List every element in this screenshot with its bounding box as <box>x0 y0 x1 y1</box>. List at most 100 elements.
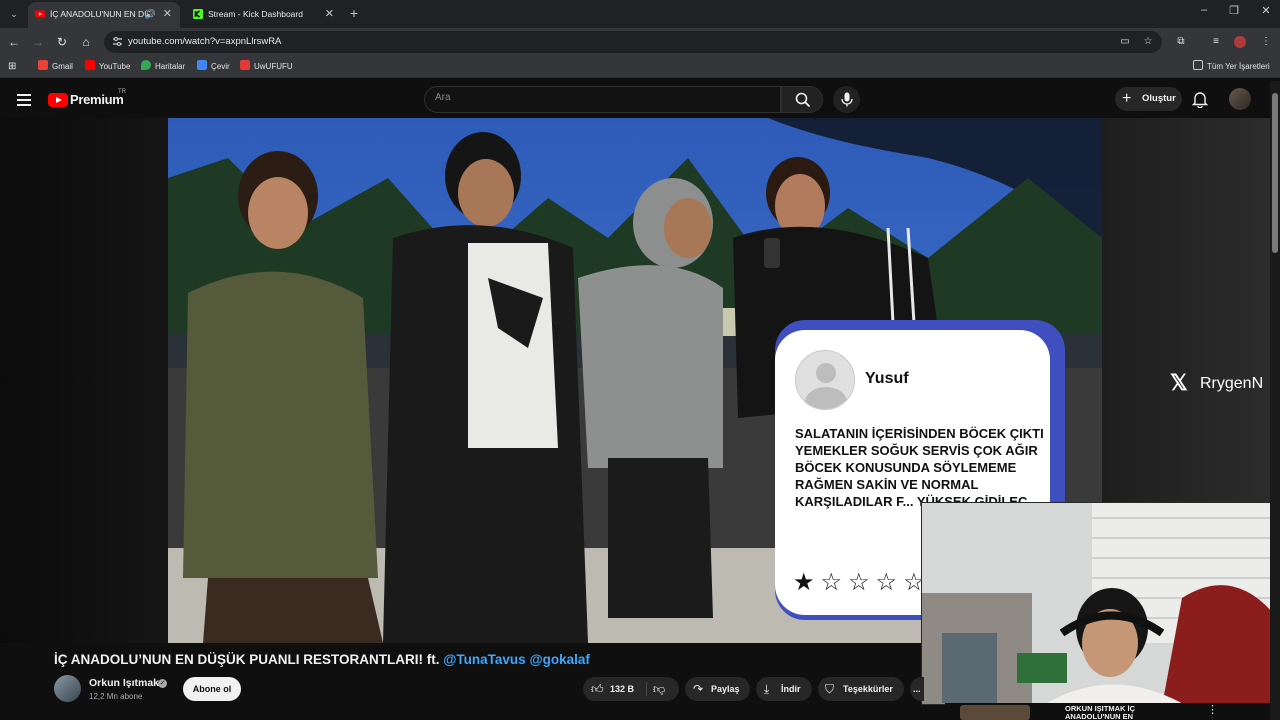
maps-icon <box>141 60 151 70</box>
forward-icon[interactable]: → <box>30 34 46 50</box>
youtube-logo-icon[interactable] <box>48 93 68 107</box>
microphone-icon <box>841 92 853 107</box>
plus-icon: + <box>1122 90 1132 107</box>
share-label: Paylaş <box>711 684 740 694</box>
minimize-icon[interactable]: – <box>1194 4 1214 16</box>
video-title-text: İÇ ANADOLU’NUN EN DÜŞÜK PUANLI RESTORANT… <box>54 652 440 667</box>
tab-kick-dashboard[interactable]: Stream - Kick Dashboard ✕ <box>186 2 342 28</box>
folder-icon <box>1193 60 1203 70</box>
related-video-thumbnail <box>960 705 1030 720</box>
create-label: Oluştur <box>1142 93 1176 104</box>
site-info-icon[interactable] <box>112 36 123 47</box>
download-button[interactable]: ⤓ İndir <box>756 677 812 701</box>
verified-badge-icon: ✓ <box>158 679 167 688</box>
all-bookmarks[interactable]: Tüm Yer İşaretleri <box>1193 56 1270 78</box>
bookmark-label: Haritalar <box>155 62 186 71</box>
like-divider <box>646 682 647 696</box>
tab-youtube-video[interactable]: İÇ ANADOLU'NUN EN DÜŞ 🔊 ✕ <box>28 2 180 28</box>
star-rating: ★☆☆☆☆ <box>793 569 931 596</box>
bookmark-youtube[interactable]: YouTube <box>85 56 130 78</box>
new-tab-button[interactable]: + <box>347 4 361 22</box>
country-code: TR <box>118 89 126 95</box>
thanks-icon: ⛉ <box>825 682 835 696</box>
kick-icon <box>193 9 203 19</box>
search-box[interactable] <box>424 86 781 113</box>
download-icon: ⤓ <box>764 682 770 696</box>
bookmark-uwufufu[interactable]: UwUFUFU <box>240 56 293 78</box>
apps-grid-icon[interactable]: ⊞ <box>8 56 16 78</box>
home-icon[interactable]: ⌂ <box>78 34 94 50</box>
x-logo-icon: 𝕏 <box>1170 370 1188 395</box>
search-input[interactable] <box>435 92 765 103</box>
download-label: İndir <box>781 684 801 694</box>
close-window-icon[interactable]: ✕ <box>1256 4 1276 17</box>
youtube-premium-text[interactable]: Premium <box>70 92 124 107</box>
address-bar[interactable]: youtube.com/watch?v=axpnLlrswRA ▭ ☆ <box>104 31 1162 53</box>
like-icon[interactable]: 👍︎ <box>591 677 604 701</box>
youtube-icon <box>35 10 45 18</box>
reviewer-avatar-icon <box>795 350 855 410</box>
search-icon <box>795 92 811 108</box>
close-tab-icon[interactable]: ✕ <box>163 2 172 26</box>
create-button[interactable]: + Oluştur <box>1115 87 1182 111</box>
uwufufu-icon <box>240 60 250 70</box>
like-count[interactable]: 132 B <box>610 677 634 701</box>
url-text: youtube.com/watch?v=axpnLlrswRA <box>128 36 282 47</box>
profile-avatar[interactable] <box>1232 34 1248 50</box>
menu-icon[interactable] <box>17 94 31 106</box>
scrollbar-thumb[interactable] <box>1272 93 1278 253</box>
thanks-label: Teşekkürler <box>843 684 893 694</box>
bookmark-label: Gmail <box>52 62 73 71</box>
bookmarks-bar: ⊞ Gmail YouTube Haritalar Çevir UwUFUFU … <box>0 56 1280 78</box>
channel-name[interactable]: Orkun Işıtmak <box>89 677 159 689</box>
share-button[interactable]: ↷ Paylaş <box>685 677 750 701</box>
page-scrollbar[interactable] <box>1270 81 1280 720</box>
cast-icon[interactable]: ▭ <box>1119 36 1131 48</box>
reload-icon[interactable]: ↻ <box>54 34 70 50</box>
bookmark-star-icon[interactable]: ☆ <box>1142 36 1154 48</box>
account-avatar[interactable] <box>1229 88 1251 110</box>
restore-icon[interactable]: ❐ <box>1224 4 1244 17</box>
webcam-overlay <box>921 502 1280 705</box>
voice-search-button[interactable] <box>833 86 860 113</box>
reviewer-name: Yusuf <box>865 370 909 387</box>
thanks-button[interactable]: ⛉ Teşekkürler <box>818 677 904 701</box>
video-title: İÇ ANADOLU’NUN EN DÜŞÜK PUANLI RESTORANT… <box>54 652 590 667</box>
dislike-icon[interactable]: 👎︎ <box>653 677 665 701</box>
bookmark-maps[interactable]: Haritalar <box>141 56 185 78</box>
related-video-item[interactable]: ORKUN IŞITMAK İÇ ANADOLU'NUN EN DÜŞÜK ⋮ <box>945 703 1270 720</box>
channel-avatar[interactable] <box>54 675 81 702</box>
like-dislike-group: 👍︎ 132 B 👎︎ <box>583 677 679 701</box>
extensions-icon[interactable]: ⧉ <box>1173 34 1189 50</box>
bookmark-gmail[interactable]: Gmail <box>38 56 73 78</box>
review-text: SALATANIN İÇERİSİNDEN BÖCEK ÇIKTI YEMEKL… <box>795 426 1044 509</box>
youtube-icon <box>85 60 95 70</box>
browser-menu-icon[interactable]: ⋮ <box>1258 34 1274 50</box>
close-tab-icon[interactable]: ✕ <box>325 2 334 26</box>
related-video-title: ORKUN IŞITMAK İÇ ANADOLU'NUN EN DÜŞÜK <box>1065 705 1135 720</box>
more-actions-icon: ... <box>913 684 921 694</box>
subscriber-count: 12,2 Mn abone <box>89 692 143 701</box>
ambient-glow-left <box>0 118 168 643</box>
media-control-icon[interactable]: ≡ <box>1208 34 1224 50</box>
search-button[interactable] <box>781 86 823 113</box>
speaker-icon[interactable]: 🔊 <box>145 2 156 26</box>
webcam-scene <box>922 503 1279 704</box>
more-actions-button[interactable]: ... <box>910 677 924 701</box>
all-bookmarks-label: Tüm Yer İşaretleri <box>1207 62 1270 71</box>
tab-title: Stream - Kick Dashboard <box>208 9 303 19</box>
video-title-mentions[interactable]: @TunaTavus @gokalaf <box>443 652 590 667</box>
back-icon[interactable]: ← <box>6 34 22 50</box>
browser-tab-bar: ⌄ İÇ ANADOLU'NUN EN DÜŞ 🔊 ✕ Stream - Kic… <box>0 0 1280 28</box>
share-icon: ↷ <box>693 682 704 696</box>
youtube-header: Premium TR + Oluştur <box>0 81 1280 118</box>
related-more-icon[interactable]: ⋮ <box>1207 703 1218 716</box>
bookmark-label: UwUFUFU <box>254 62 293 71</box>
bookmark-label: YouTube <box>99 62 131 71</box>
notifications-bell-icon[interactable] <box>1192 91 1208 108</box>
watermark-text: RrygenN <box>1200 375 1264 392</box>
tab-title: İÇ ANADOLU'NUN EN DÜŞ <box>50 9 150 19</box>
tab-search-button[interactable]: ⌄ <box>5 5 23 23</box>
subscribe-button[interactable]: Abone ol <box>183 677 241 701</box>
bookmark-translate[interactable]: Çevir <box>197 56 230 78</box>
